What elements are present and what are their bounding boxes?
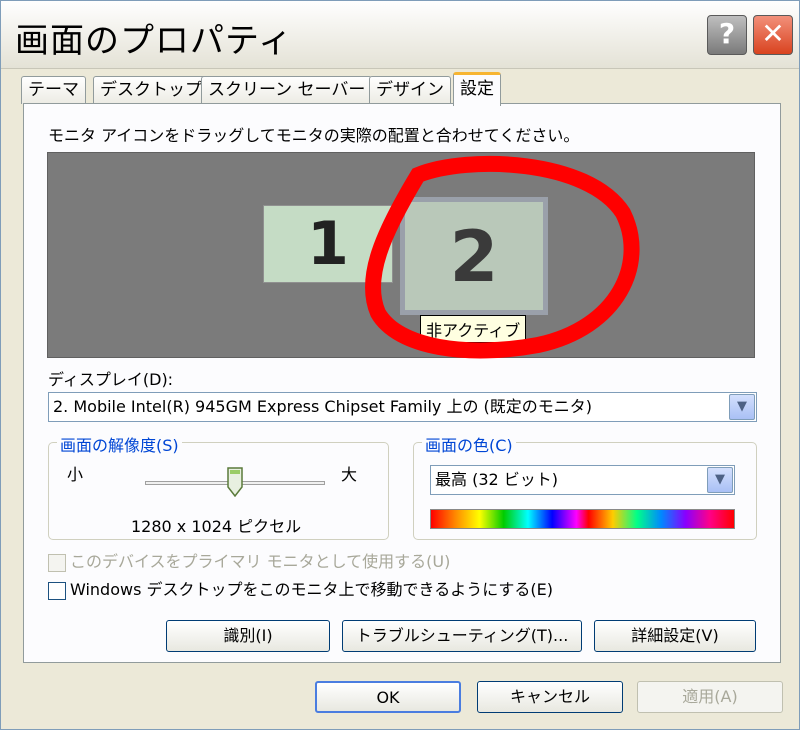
tab-appearance[interactable]: デザイン bbox=[369, 76, 451, 104]
chevron-down-icon[interactable]: ▼ bbox=[707, 467, 733, 493]
resolution-min-label: 小 bbox=[67, 465, 84, 484]
identify-button[interactable]: 識別(I) bbox=[166, 620, 330, 652]
apply-button[interactable]: 適用(A) bbox=[637, 681, 783, 713]
title-bar[interactable]: 画面のプロパティ ? ✕ bbox=[1, 1, 799, 69]
color-legend: 画面の色(C) bbox=[422, 432, 516, 456]
cancel-button[interactable]: キャンセル bbox=[477, 681, 623, 713]
tab-theme[interactable]: テーマ bbox=[21, 76, 86, 104]
settings-panel: モニタ アイコンをドラッグしてモニタの実際の配置と合わせてください。 1 2 非… bbox=[23, 103, 781, 663]
primary-monitor-checkbox[interactable] bbox=[48, 553, 66, 572]
resolution-max-label: 大 bbox=[341, 465, 358, 484]
advanced-settings-button[interactable]: 詳細設定(V) bbox=[594, 620, 756, 652]
display-value: 2. Mobile Intel(R) 945GM Express Chipset… bbox=[53, 397, 593, 416]
primary-monitor-checkbox-row: このデバイスをプライマリ モニタとして使用する(U) bbox=[48, 548, 450, 572]
tab-settings[interactable]: 設定 bbox=[453, 72, 501, 106]
monitor-arrangement-area[interactable]: 1 2 非アクティブ bbox=[47, 152, 755, 359]
color-quality-group: 画面の色(C) 最高 (32 ビット) ▼ bbox=[413, 432, 757, 540]
chevron-down-icon[interactable]: ▼ bbox=[729, 394, 755, 420]
resolution-slider-thumb[interactable] bbox=[227, 467, 243, 497]
color-spectrum-bar bbox=[430, 509, 735, 529]
resolution-legend: 画面の解像度(S) bbox=[57, 432, 182, 456]
display-properties-window: 画面のプロパティ ? ✕ テーマ デスクトップ スクリーン セーバー デザイン … bbox=[0, 0, 800, 730]
display-dropdown[interactable]: 2. Mobile Intel(R) 945GM Express Chipset… bbox=[48, 392, 757, 422]
primary-monitor-label: このデバイスをプライマリ モニタとして使用する(U) bbox=[70, 552, 451, 571]
inactive-tooltip: 非アクティブ bbox=[420, 315, 527, 343]
window-title: 画面のプロパティ bbox=[15, 21, 293, 61]
monitor-2-icon[interactable]: 2 bbox=[400, 197, 548, 315]
instruction-text: モニタ アイコンをドラッグしてモニタの実際の配置と合わせてください。 bbox=[48, 126, 580, 145]
tab-screensaver[interactable]: スクリーン セーバー bbox=[201, 76, 373, 104]
color-quality-value: 最高 (32 ビット) bbox=[435, 470, 559, 489]
monitor-1-icon[interactable]: 1 bbox=[263, 205, 393, 283]
ok-button[interactable]: OK bbox=[315, 681, 461, 713]
close-button[interactable]: ✕ bbox=[753, 15, 793, 55]
troubleshoot-button[interactable]: トラブルシューティング(T)... bbox=[342, 620, 582, 652]
extend-desktop-checkbox-row: Windows デスクトップをこのモニタ上で移動できるようにする(E) bbox=[48, 576, 553, 600]
extend-desktop-label: Windows デスクトップをこのモニタ上で移動できるようにする(E) bbox=[70, 580, 553, 599]
help-button[interactable]: ? bbox=[707, 15, 747, 55]
tab-desktop[interactable]: デスクトップ bbox=[93, 76, 209, 104]
resolution-group: 画面の解像度(S) 小 大 1280 x 1024 ピクセル bbox=[48, 432, 389, 540]
resolution-value: 1280 x 1024 ピクセル bbox=[131, 517, 302, 536]
display-label: ディスプレイ(D): bbox=[48, 370, 174, 389]
extend-desktop-checkbox[interactable] bbox=[48, 581, 66, 600]
color-quality-dropdown[interactable]: 最高 (32 ビット) ▼ bbox=[430, 465, 735, 495]
